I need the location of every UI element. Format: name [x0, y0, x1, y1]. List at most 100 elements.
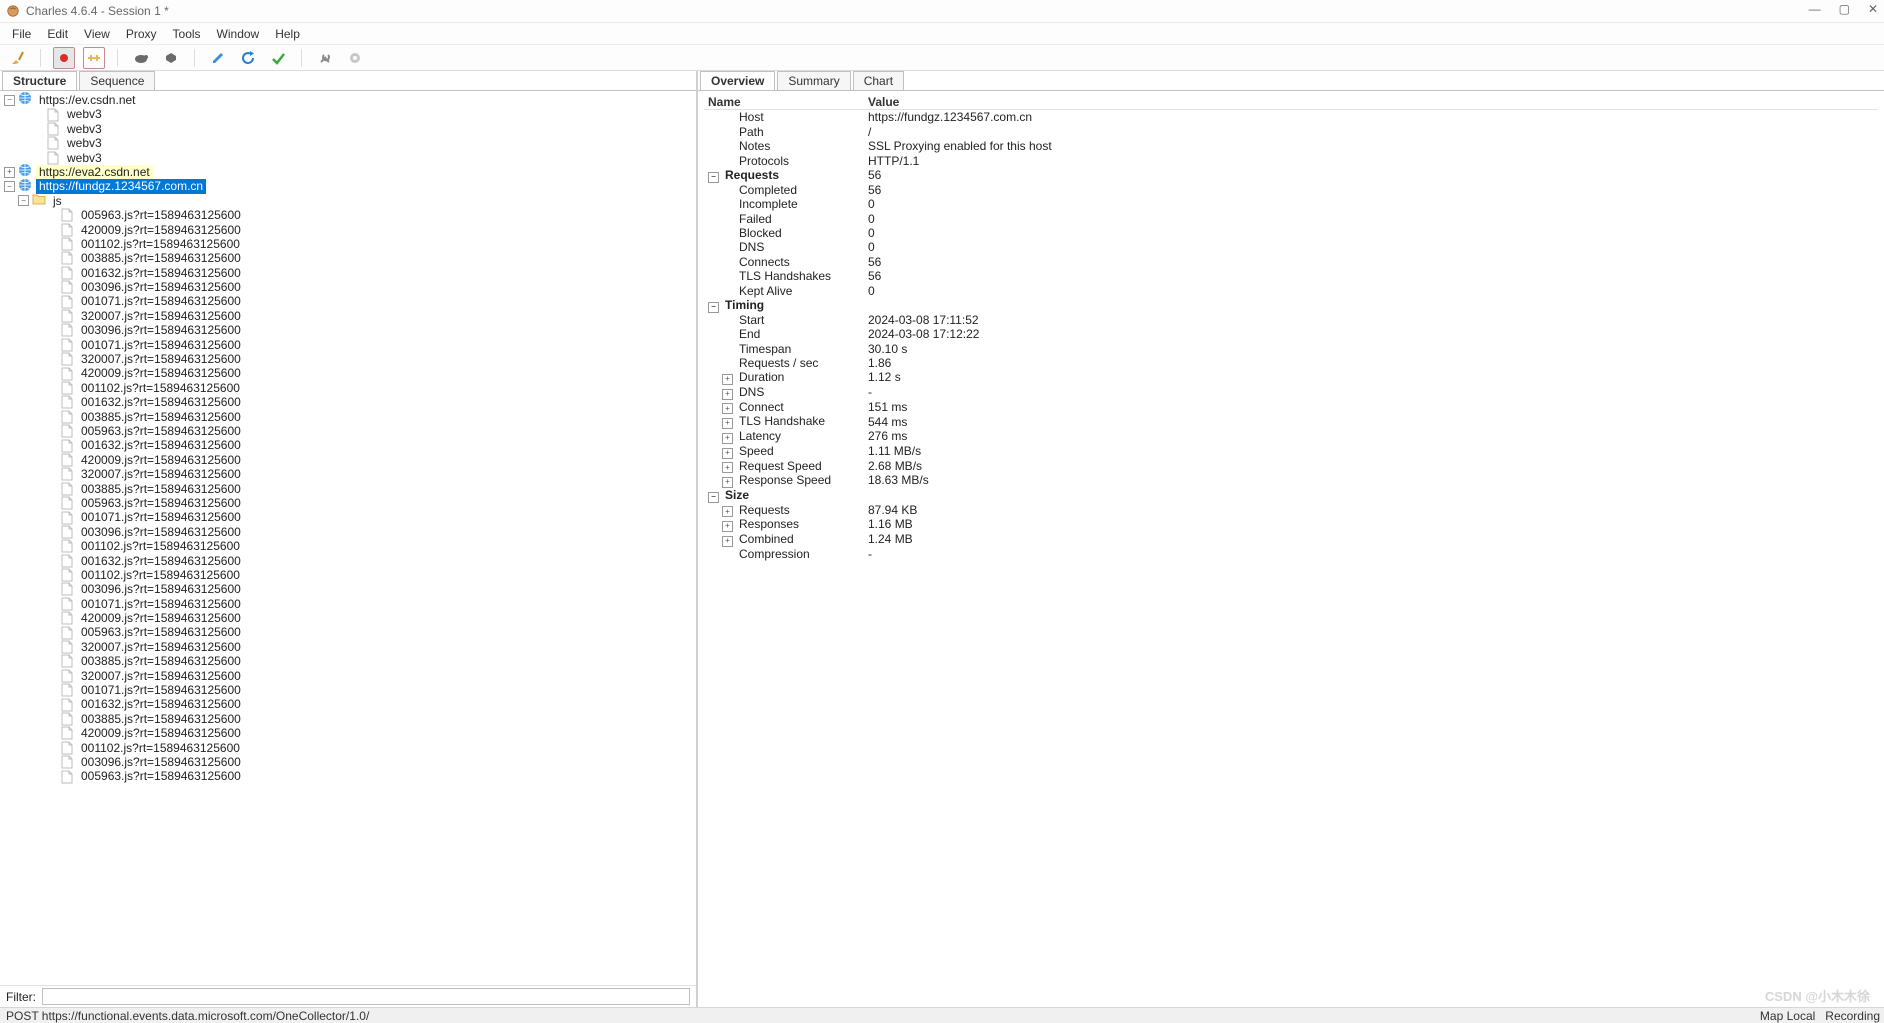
prop-row[interactable]: Completed56 — [704, 183, 1878, 197]
prop-row[interactable]: ProtocolsHTTP/1.1 — [704, 154, 1878, 168]
file-row[interactable]: 420009.js?rt=1589463125600 — [0, 223, 696, 237]
file-row[interactable]: webv3 — [0, 122, 696, 136]
prop-row[interactable]: Blocked0 — [704, 226, 1878, 240]
file-row[interactable]: 003885.js?rt=1589463125600 — [0, 410, 696, 424]
host-tree[interactable]: −https://ev.csdn.netwebv3webv3webv3webv3… — [0, 91, 696, 985]
prop-row[interactable]: +Connect151 ms — [704, 400, 1878, 415]
prop-row[interactable]: +DNS- — [704, 385, 1878, 400]
file-row[interactable]: 003096.js?rt=1589463125600 — [0, 525, 696, 539]
toggle-icon[interactable]: − — [708, 172, 719, 183]
file-row[interactable]: 003885.js?rt=1589463125600 — [0, 482, 696, 496]
toggle-icon[interactable]: + — [722, 389, 733, 400]
prop-row[interactable]: Kept Alive0 — [704, 284, 1878, 298]
prop-row[interactable]: +Requests87.94 KB — [704, 503, 1878, 518]
prop-row[interactable]: +TLS Handshake544 ms — [704, 414, 1878, 429]
prop-row[interactable]: +Duration1.12 s — [704, 370, 1878, 385]
prop-row[interactable]: NotesSSL Proxying enabled for this host — [704, 139, 1878, 153]
turtle-icon[interactable] — [130, 47, 152, 69]
throttle-button[interactable] — [83, 47, 105, 69]
col-name[interactable]: Name — [704, 95, 864, 110]
toggle-icon[interactable]: + — [722, 477, 733, 488]
menu-view[interactable]: View — [78, 25, 116, 43]
folder-row[interactable]: −js — [0, 194, 696, 208]
prop-row[interactable]: TLS Handshakes56 — [704, 269, 1878, 283]
host-row[interactable]: −https://ev.csdn.net — [0, 93, 696, 107]
host-row[interactable]: +https://eva2.csdn.net — [0, 165, 696, 179]
repeat-icon[interactable] — [237, 47, 259, 69]
tab-summary[interactable]: Summary — [777, 71, 850, 90]
col-value[interactable]: Value — [864, 95, 1878, 110]
file-row[interactable]: 001071.js?rt=1589463125600 — [0, 683, 696, 697]
toggle-icon[interactable]: + — [722, 521, 733, 532]
file-row[interactable]: 003885.js?rt=1589463125600 — [0, 251, 696, 265]
file-row[interactable]: 320007.js?rt=1589463125600 — [0, 640, 696, 654]
minimize-button[interactable]: — — [1809, 2, 1821, 16]
menu-proxy[interactable]: Proxy — [120, 25, 163, 43]
prop-row[interactable]: Start2024-03-08 17:11:52 — [704, 313, 1878, 327]
expander-icon[interactable]: − — [4, 181, 15, 192]
maximize-button[interactable]: ▢ — [1839, 2, 1850, 16]
status-maplocal[interactable]: Map Local — [1760, 1009, 1815, 1023]
prop-row[interactable]: +Response Speed18.63 MB/s — [704, 473, 1878, 488]
toggle-icon[interactable]: + — [722, 403, 733, 414]
host-row[interactable]: −https://fundgz.1234567.com.cn — [0, 179, 696, 193]
pencil-icon[interactable] — [207, 47, 229, 69]
file-row[interactable]: 001102.js?rt=1589463125600 — [0, 539, 696, 553]
toggle-icon[interactable]: − — [708, 302, 719, 313]
menu-window[interactable]: Window — [211, 25, 266, 43]
prop-row[interactable]: +Request Speed2.68 MB/s — [704, 459, 1878, 474]
validate-icon[interactable] — [267, 47, 289, 69]
tools-icon[interactable] — [314, 47, 336, 69]
prop-row[interactable]: +Latency276 ms — [704, 429, 1878, 444]
breakpoints-icon[interactable] — [160, 47, 182, 69]
file-row[interactable]: 001071.js?rt=1589463125600 — [0, 597, 696, 611]
file-row[interactable]: 001071.js?rt=1589463125600 — [0, 338, 696, 352]
prop-row[interactable]: Path/ — [704, 125, 1878, 139]
file-row[interactable]: 320007.js?rt=1589463125600 — [0, 352, 696, 366]
file-row[interactable]: 005963.js?rt=1589463125600 — [0, 208, 696, 222]
expander-icon[interactable]: − — [4, 95, 15, 106]
tab-overview[interactable]: Overview — [700, 71, 775, 90]
file-row[interactable]: 001632.js?rt=1589463125600 — [0, 554, 696, 568]
prop-row[interactable]: Compression- — [704, 547, 1878, 561]
file-row[interactable]: webv3 — [0, 136, 696, 150]
prop-row[interactable]: +Responses1.16 MB — [704, 517, 1878, 532]
file-row[interactable]: 005963.js?rt=1589463125600 — [0, 625, 696, 639]
file-row[interactable]: 320007.js?rt=1589463125600 — [0, 309, 696, 323]
file-row[interactable]: 001632.js?rt=1589463125600 — [0, 438, 696, 452]
file-row[interactable]: 001632.js?rt=1589463125600 — [0, 697, 696, 711]
prop-row[interactable]: Timespan30.10 s — [704, 342, 1878, 356]
file-row[interactable]: 001102.js?rt=1589463125600 — [0, 237, 696, 251]
file-row[interactable]: 420009.js?rt=1589463125600 — [0, 453, 696, 467]
file-row[interactable]: 420009.js?rt=1589463125600 — [0, 726, 696, 740]
file-row[interactable]: webv3 — [0, 151, 696, 165]
status-recording[interactable]: Recording — [1825, 1009, 1880, 1023]
file-row[interactable]: 003096.js?rt=1589463125600 — [0, 323, 696, 337]
prop-row[interactable]: Connects56 — [704, 255, 1878, 269]
toggle-icon[interactable]: + — [722, 418, 733, 429]
tab-sequence[interactable]: Sequence — [79, 71, 155, 90]
settings-icon[interactable] — [344, 47, 366, 69]
file-row[interactable]: 420009.js?rt=1589463125600 — [0, 366, 696, 380]
menu-file[interactable]: File — [6, 25, 37, 43]
expander-icon[interactable]: + — [4, 167, 15, 178]
expander-icon[interactable]: − — [18, 195, 29, 206]
file-row[interactable]: 005963.js?rt=1589463125600 — [0, 496, 696, 510]
file-row[interactable]: 003885.js?rt=1589463125600 — [0, 712, 696, 726]
tab-chart[interactable]: Chart — [853, 71, 904, 90]
prop-row[interactable]: Hosthttps://fundgz.1234567.com.cn — [704, 110, 1878, 125]
file-row[interactable]: 420009.js?rt=1589463125600 — [0, 611, 696, 625]
file-row[interactable]: 003885.js?rt=1589463125600 — [0, 654, 696, 668]
file-row[interactable]: 005963.js?rt=1589463125600 — [0, 424, 696, 438]
file-row[interactable]: 003096.js?rt=1589463125600 — [0, 755, 696, 769]
prop-row[interactable]: +Speed1.11 MB/s — [704, 444, 1878, 459]
prop-row[interactable]: Requests / sec1.86 — [704, 356, 1878, 370]
toggle-icon[interactable]: − — [708, 492, 719, 503]
prop-row[interactable]: −Requests56 — [704, 168, 1878, 183]
file-row[interactable]: 003096.js?rt=1589463125600 — [0, 582, 696, 596]
toggle-icon[interactable]: + — [722, 374, 733, 385]
menu-help[interactable]: Help — [269, 25, 306, 43]
file-row[interactable]: 001102.js?rt=1589463125600 — [0, 381, 696, 395]
file-row[interactable]: 001071.js?rt=1589463125600 — [0, 510, 696, 524]
file-row[interactable]: 001102.js?rt=1589463125600 — [0, 568, 696, 582]
